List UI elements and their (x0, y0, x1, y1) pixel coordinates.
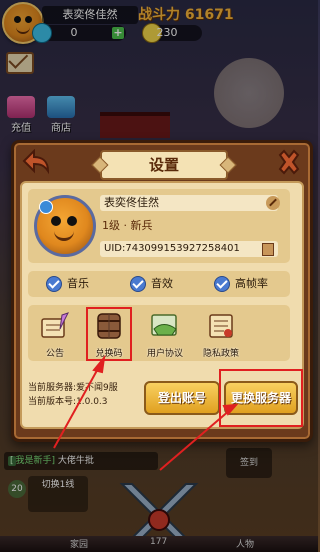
music-label: 音乐 (67, 277, 89, 290)
checkbox-icon (46, 276, 62, 292)
document-scroll-icon (209, 314, 233, 338)
logout-button[interactable]: 登出账号 (144, 381, 220, 415)
high-framerate-label: 高帧率 (235, 277, 268, 290)
high-framerate-toggle[interactable]: 高帧率 (214, 276, 268, 292)
checkbox-icon (130, 276, 146, 292)
uid-field: UID:7430991539272584​01 (100, 241, 278, 257)
highlight-box (86, 307, 132, 361)
profile-card: 表奕佟佳然 1级 · 新兵 UID:7430991539272584​01 (28, 189, 290, 263)
server-info: 当前服务器:爱不闻9服 当前版本号:1.0.0.3 (28, 381, 118, 409)
user-agreement-label: 用户协议 (146, 349, 183, 359)
back-button[interactable] (20, 148, 50, 175)
user-agreement-button[interactable]: 用户协议 (144, 311, 186, 359)
toggle-row: 音乐 音效 高帧率 (28, 271, 290, 297)
dialog-title: 设置 (100, 150, 228, 180)
highlight-box (219, 369, 303, 427)
action-row: 公告 兑换码 用户协议 隐私政策 (28, 305, 290, 361)
copy-uid-icon[interactable] (262, 243, 274, 256)
close-icon (278, 149, 300, 175)
back-arrow-icon (22, 148, 50, 175)
privacy-policy-button[interactable]: 隐私政策 (200, 311, 242, 359)
avatar-eye (67, 216, 77, 226)
music-toggle[interactable]: 音乐 (46, 276, 89, 292)
handshake-icon (151, 314, 177, 336)
avatar-eye (51, 216, 61, 226)
privacy-policy-label: 隐私政策 (202, 349, 239, 359)
scroll-feather-icon (41, 312, 69, 338)
sound-label: 音效 (151, 277, 173, 290)
profile-name: 表奕佟佳然 (104, 196, 159, 209)
avatar-badge-icon (39, 200, 53, 214)
server-line: 当前服务器:爱不闻9服 (28, 383, 118, 393)
announcement-button[interactable]: 公告 (34, 311, 76, 359)
announcement-label: 公告 (45, 349, 64, 359)
close-button[interactable] (276, 149, 302, 175)
profile-avatar[interactable] (34, 195, 96, 257)
profile-rank: 1级 · 新兵 (102, 219, 153, 232)
uid-text: UID:7430991539272584​01 (104, 243, 240, 254)
sound-toggle[interactable]: 音效 (130, 276, 173, 292)
version-line: 当前版本号:1.0.0.3 (28, 397, 108, 407)
avatar-mouth (54, 231, 74, 241)
edit-name-icon[interactable] (266, 196, 280, 210)
profile-name-field: 表奕佟佳然 (100, 195, 280, 211)
checkbox-icon (214, 276, 230, 292)
